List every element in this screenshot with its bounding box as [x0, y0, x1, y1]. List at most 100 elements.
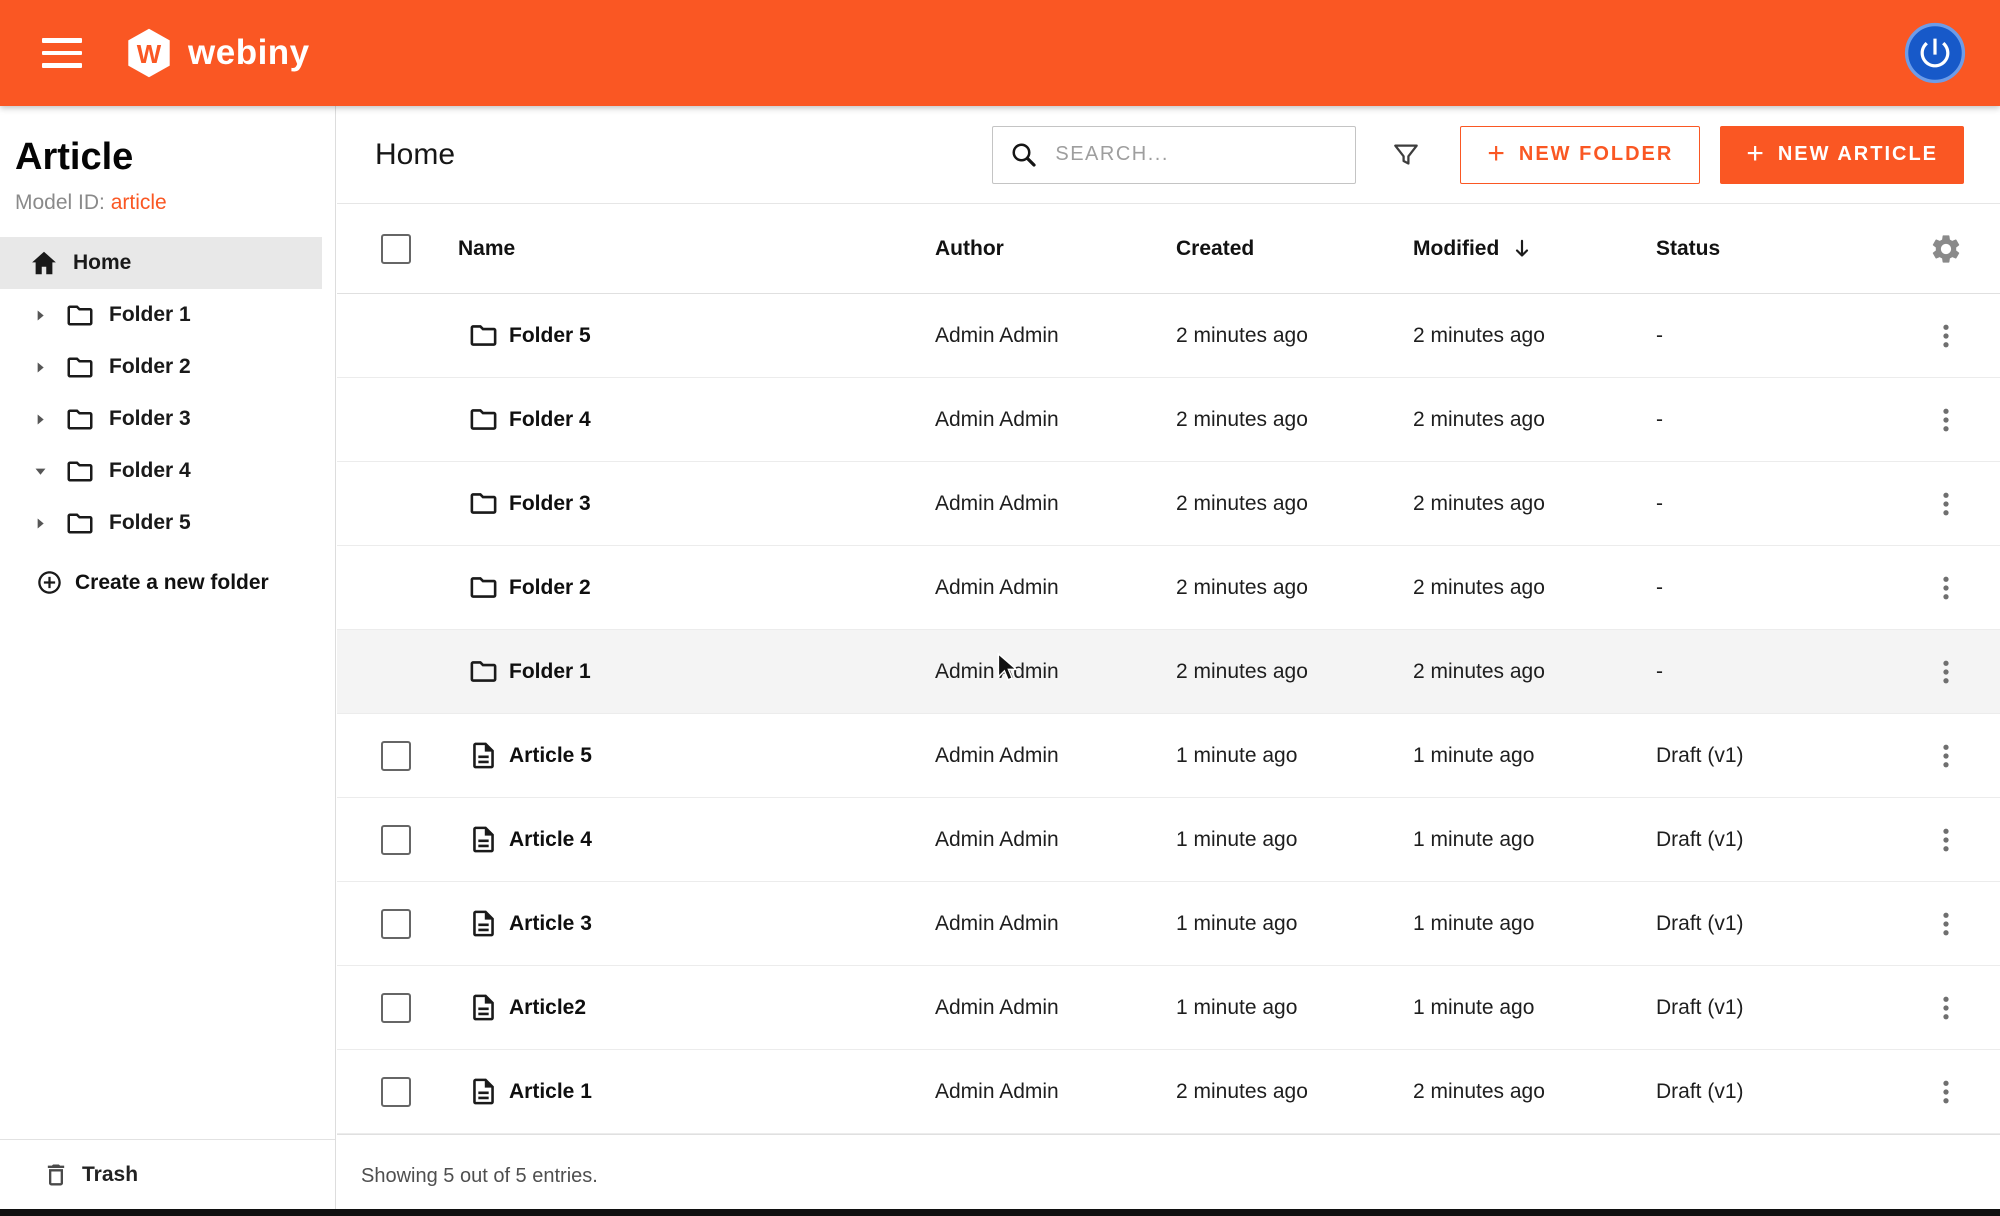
row-author: Admin Admin [935, 996, 1176, 1020]
row-menu-button[interactable] [1931, 657, 1961, 687]
search-icon [1009, 140, 1039, 170]
chevron-right-icon[interactable] [29, 359, 51, 376]
funnel-icon [1390, 139, 1422, 171]
filter-button[interactable] [1390, 139, 1422, 171]
row-checkbox[interactable] [381, 825, 411, 855]
row-modified: 1 minute ago [1413, 912, 1656, 936]
row-modified: 2 minutes ago [1413, 408, 1656, 432]
sidebar-item-label: Folder 5 [109, 511, 191, 535]
chevron-right-icon[interactable] [29, 307, 51, 324]
main-header: Home + NEW FOLDER + NEW ARTICLE [337, 106, 2000, 204]
row-name[interactable]: Article 5 [509, 744, 592, 768]
table-row[interactable]: Folder 2Admin Admin2 minutes ago2 minute… [337, 546, 2000, 630]
table-row[interactable]: Folder 1Admin Admin2 minutes ago2 minute… [337, 630, 2000, 714]
row-checkbox[interactable] [381, 993, 411, 1023]
row-created: 1 minute ago [1176, 912, 1413, 936]
row-menu-button[interactable] [1931, 321, 1961, 351]
row-menu-button[interactable] [1931, 909, 1961, 939]
row-name[interactable]: Folder 5 [509, 324, 591, 348]
current-folder-title: Home [375, 138, 455, 172]
folder-icon [65, 456, 95, 487]
row-modified: 1 minute ago [1413, 744, 1656, 768]
row-menu-button[interactable] [1931, 741, 1961, 771]
sidebar-item-folder-3[interactable]: Folder 3 [0, 393, 335, 445]
table-row[interactable]: Folder 4Admin Admin2 minutes ago2 minute… [337, 378, 2000, 462]
search-input[interactable] [1055, 143, 1339, 166]
row-modified: 1 minute ago [1413, 828, 1656, 852]
row-created: 1 minute ago [1176, 828, 1413, 852]
row-name[interactable]: Folder 3 [509, 492, 591, 516]
sidebar-item-label: Home [73, 251, 131, 275]
row-name[interactable]: Article 4 [509, 828, 592, 852]
row-name[interactable]: Folder 2 [509, 576, 591, 600]
folder-icon [468, 572, 501, 603]
sidebar-item-folder-5[interactable]: Folder 5 [0, 497, 335, 549]
table-row[interactable]: Article 5Admin Admin1 minute ago1 minute… [337, 714, 2000, 798]
table-body: Folder 5Admin Admin2 minutes ago2 minute… [337, 294, 2000, 1134]
folder-icon [468, 488, 501, 519]
row-menu-button[interactable] [1931, 1077, 1961, 1107]
table-footer: Showing 5 out of 5 entries. [337, 1134, 2000, 1188]
column-header-status[interactable]: Status [1656, 237, 1891, 261]
row-author: Admin Admin [935, 660, 1176, 684]
sidebar-item-label: Folder 3 [109, 407, 191, 431]
table-row[interactable]: Article 3Admin Admin1 minute ago1 minute… [337, 882, 2000, 966]
row-checkbox[interactable] [381, 741, 411, 771]
webiny-logo-icon: W [122, 26, 176, 80]
row-checkbox[interactable] [381, 1077, 411, 1107]
new-folder-label: NEW FOLDER [1519, 143, 1673, 166]
folder-tree: Home Folder 1Folder 2 Folder 3 Folder 4 Fold… [0, 237, 335, 549]
row-menu-button[interactable] [1931, 489, 1961, 519]
folder-icon [65, 508, 95, 539]
row-name[interactable]: Folder 4 [509, 408, 591, 432]
new-article-button[interactable]: + NEW ARTICLE [1720, 126, 1964, 184]
column-header-author[interactable]: Author [935, 237, 1176, 261]
sidebar: Article Model ID: article HomeFolder 1Fo… [0, 106, 336, 1209]
table-row[interactable]: Folder 5Admin Admin2 minutes ago2 minute… [337, 294, 2000, 378]
user-avatar-button[interactable] [1904, 22, 1966, 84]
sidebar-item-label: Folder 4 [109, 459, 191, 483]
column-header-name[interactable]: Name [458, 237, 935, 261]
new-folder-button[interactable]: + NEW FOLDER [1460, 126, 1700, 184]
table-row[interactable]: Article 4Admin Admin1 minute ago1 minute… [337, 798, 2000, 882]
row-menu-button[interactable] [1931, 993, 1961, 1023]
row-menu-button[interactable] [1931, 573, 1961, 603]
create-folder-button[interactable]: Create a new folder [0, 549, 335, 596]
row-status: Draft (v1) [1656, 1080, 1891, 1104]
plus-circle-icon [36, 569, 63, 596]
trash-label: Trash [82, 1163, 138, 1187]
power-icon [1904, 22, 1966, 84]
menu-button[interactable] [42, 38, 82, 68]
row-author: Admin Admin [935, 408, 1176, 432]
sidebar-item-folder-4[interactable]: Folder 4 [0, 445, 335, 497]
table-settings-button[interactable] [1929, 232, 1963, 266]
chevron-right-icon[interactable] [29, 411, 51, 428]
row-checkbox[interactable] [381, 909, 411, 939]
select-all-checkbox[interactable] [381, 234, 411, 264]
main-content: Home + NEW FOLDER + NEW ARTICLE Name Aut… [337, 106, 2000, 1209]
row-name[interactable]: Article 3 [509, 912, 592, 936]
sidebar-item-folder-2[interactable]: Folder 2 [0, 341, 335, 393]
trash-button[interactable]: Trash [0, 1139, 335, 1209]
table-header: Name Author Created Modified Status [337, 204, 2000, 294]
row-menu-button[interactable] [1931, 825, 1961, 855]
table-row[interactable]: Article 1Admin Admin2 minutes ago2 minut… [337, 1050, 2000, 1134]
row-status: - [1656, 660, 1891, 684]
sidebar-item-folder-1[interactable]: Folder 1 [0, 289, 335, 341]
row-name[interactable]: Article 1 [509, 1080, 592, 1104]
row-name[interactable]: Article2 [509, 996, 586, 1020]
search-box[interactable] [992, 126, 1356, 184]
column-header-created[interactable]: Created [1176, 237, 1413, 261]
row-menu-button[interactable] [1931, 405, 1961, 435]
column-header-modified[interactable]: Modified [1413, 236, 1656, 262]
row-status: Draft (v1) [1656, 828, 1891, 852]
row-author: Admin Admin [935, 744, 1176, 768]
row-name[interactable]: Folder 1 [509, 660, 591, 684]
table-row[interactable]: Folder 3Admin Admin2 minutes ago2 minute… [337, 462, 2000, 546]
folder-icon [468, 404, 501, 435]
document-icon [468, 992, 501, 1023]
chevron-down-icon[interactable] [29, 463, 51, 480]
table-row[interactable]: Article2Admin Admin1 minute ago1 minute … [337, 966, 2000, 1050]
sidebar-item-home[interactable]: Home [0, 237, 322, 289]
chevron-right-icon[interactable] [29, 515, 51, 532]
